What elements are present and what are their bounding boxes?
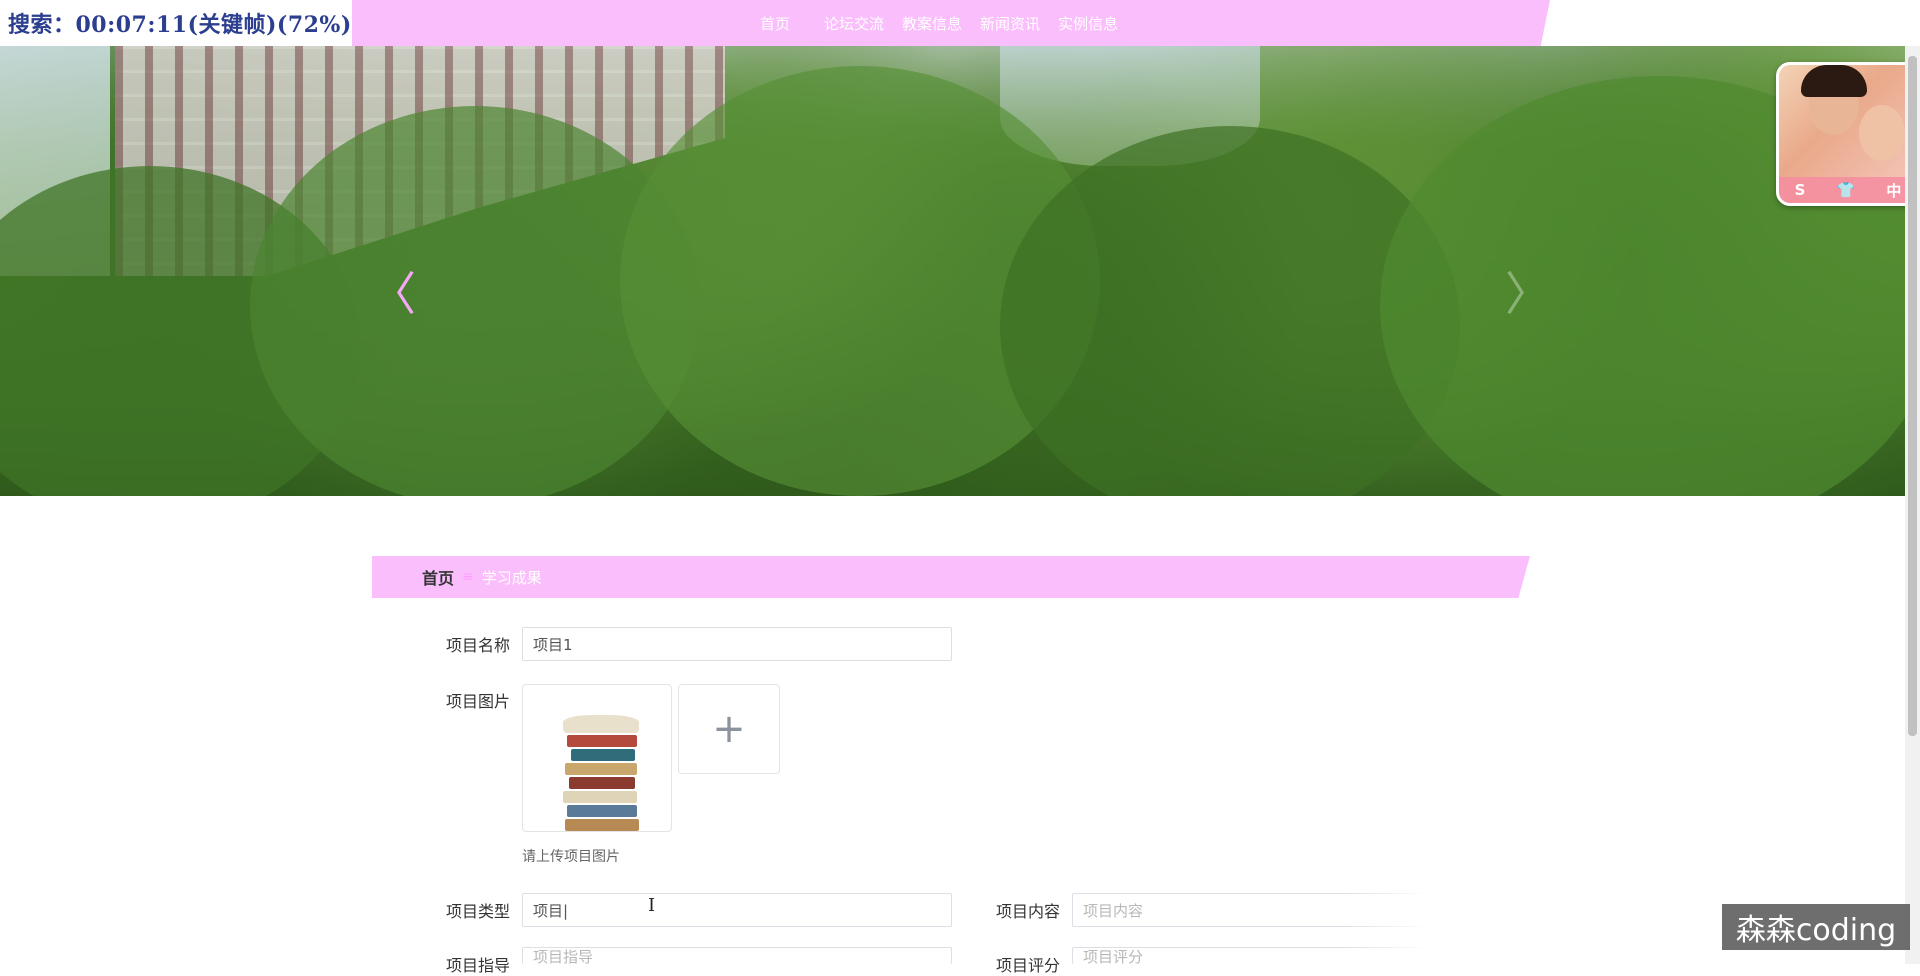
project-content-label: 项目内容 xyxy=(995,902,1060,921)
nav-item-examples[interactable]: 实例信息 xyxy=(1058,13,1118,34)
uploaded-image-thumbnail[interactable] xyxy=(522,684,672,832)
s-icon[interactable]: S xyxy=(1795,181,1806,199)
top-nav-right-area xyxy=(1550,0,1920,46)
project-review-label: 项目评分 xyxy=(995,956,1060,975)
breadcrumb-home[interactable]: 首页 xyxy=(422,565,454,589)
shirt-icon[interactable]: 👕 xyxy=(1837,181,1856,199)
avatar-hair xyxy=(1801,65,1867,97)
language-icon[interactable]: 中 xyxy=(1886,180,1901,201)
banner-carousel: 〈 〉 xyxy=(0,46,1905,496)
project-guide-input[interactable]: 项目指导 xyxy=(522,947,952,966)
project-guide-placeholder: 项目指导 xyxy=(533,947,594,966)
nav-menu: 首页 论坛交流 教案信息 新闻资讯 实例信息 xyxy=(760,0,1118,46)
project-guide-label: 项目指导 xyxy=(445,956,510,975)
breadcrumb: 首页 ≡ 学习成果 xyxy=(372,556,1530,598)
text-cursor-icon: I xyxy=(648,895,656,916)
project-name-value: 项目1 xyxy=(533,635,573,654)
project-image-label: 项目图片 xyxy=(445,692,510,711)
project-type-value: 项目| xyxy=(533,901,569,920)
project-type-label: 项目类型 xyxy=(445,902,510,921)
nav-item-news[interactable]: 新闻资讯 xyxy=(980,13,1040,34)
watermark: 森森coding xyxy=(1722,904,1910,950)
nav-item-home[interactable]: 首页 xyxy=(760,13,790,34)
avatar-face xyxy=(1859,105,1905,161)
add-image-button[interactable]: + xyxy=(678,684,780,774)
plus-icon: + xyxy=(712,706,746,752)
avatar-badge-row: S 👕 中 xyxy=(1779,177,1917,203)
carousel-next-icon[interactable]: 〉 xyxy=(1505,271,1551,317)
floating-avatar[interactable]: S 👕 中 xyxy=(1776,62,1920,206)
project-review-placeholder: 项目评分 xyxy=(1083,947,1144,966)
project-name-label: 项目名称 xyxy=(445,636,510,655)
nav-item-lesson-plans[interactable]: 教案信息 xyxy=(902,13,962,34)
project-name-input[interactable]: 项目1 xyxy=(522,627,952,661)
scrollbar-thumb[interactable] xyxy=(1908,56,1917,736)
upload-hint: 请上传项目图片 xyxy=(522,849,620,865)
nav-item-forum[interactable]: 论坛交流 xyxy=(824,13,884,34)
carousel-prev-icon[interactable]: 〈 xyxy=(370,271,416,317)
video-search-overlay: 搜索：00:07:11(关键帧)(72%) xyxy=(0,0,352,46)
project-content-placeholder: 项目内容 xyxy=(1083,901,1144,920)
breadcrumb-separator-icon: ≡ xyxy=(462,569,474,585)
page-scrollbar[interactable] xyxy=(1905,46,1920,964)
project-type-input[interactable]: 项目| xyxy=(522,893,952,927)
breadcrumb-current: 学习成果 xyxy=(481,568,542,587)
